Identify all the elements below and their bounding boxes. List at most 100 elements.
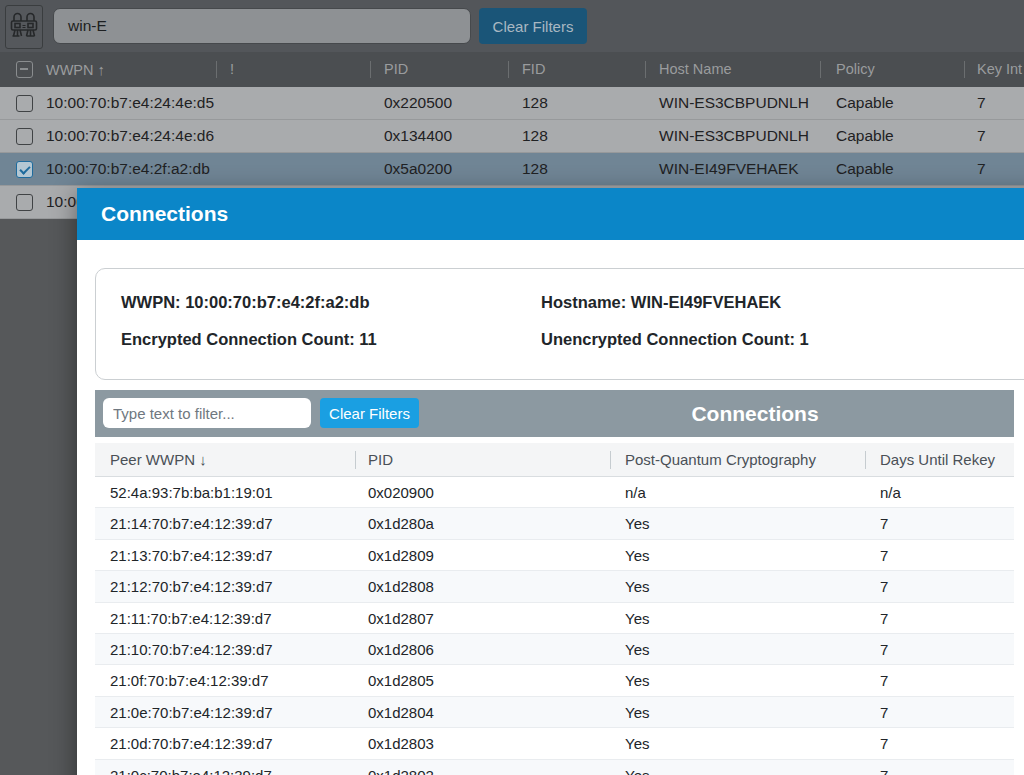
cell: 7 — [880, 508, 888, 539]
cell: 0x1d2802 — [368, 760, 434, 775]
row-checkbox[interactable] — [16, 161, 33, 178]
connections-table-row[interactable]: 21:13:70:b7:e4:12:39:d70x1d2809Yes7 — [95, 540, 1014, 571]
column-divider — [964, 61, 965, 78]
cell-fid: 128 — [522, 153, 548, 184]
cell-key-interval: 7 — [977, 87, 986, 118]
summary-wwpn: WWPN: 10:00:70:b7:e4:2f:a2:db — [121, 293, 369, 312]
cell-hostname: WIN-EI49FVEHAEK — [659, 153, 799, 184]
cell: 0x1d280a — [368, 508, 434, 539]
screen: win-E Clear Filters WWPN ↑ ! PID FID Hos… — [0, 0, 1024, 775]
cell: 7 — [880, 728, 888, 759]
sort-desc-icon: ↓ — [199, 451, 207, 468]
cell: 7 — [880, 665, 888, 696]
row-checkbox[interactable] — [16, 128, 33, 145]
select-all-checkbox[interactable] — [16, 61, 33, 78]
column-header-hostname[interactable]: Host Name — [659, 52, 732, 87]
cell-hostname: WIN-ES3CBPUDNLH — [659, 87, 809, 118]
row-checkbox[interactable] — [16, 194, 33, 211]
column-header-wwpn[interactable]: WWPN ↑ — [46, 52, 105, 88]
cell: 21:12:70:b7:e4:12:39:d7 — [110, 571, 273, 602]
column-header-pqc[interactable]: Post-Quantum Cryptography — [625, 443, 816, 477]
cell: Yes — [625, 665, 649, 696]
column-header-fid[interactable]: FID — [522, 52, 545, 87]
cell-hostname: WIN-ES3CBPUDNLH — [659, 120, 809, 151]
connections-table-row[interactable]: 21:11:70:b7:e4:12:39:d70x1d2807Yes7 — [95, 603, 1014, 634]
cell-policy: Capable — [836, 153, 894, 184]
connections-clear-filters-button[interactable]: Clear Filters — [320, 398, 419, 428]
cell: Yes — [625, 603, 649, 634]
cell-pid: 0x134400 — [384, 120, 452, 151]
wwpn-table-row[interactable]: 10:00:70:b7:e4:2f:a2:db0x5a0200128WIN-EI… — [0, 153, 1024, 186]
cell: 7 — [880, 760, 888, 775]
cell: 0x020900 — [368, 477, 434, 508]
wwpn-filter-value: win-E — [68, 17, 107, 34]
cell: 7 — [880, 571, 888, 602]
column-divider — [355, 451, 356, 469]
cell: Yes — [625, 540, 649, 571]
cell: Yes — [625, 571, 649, 602]
cell: 21:0d:70:b7:e4:12:39:d7 — [110, 728, 273, 759]
connections-table-row[interactable]: 21:0c:70:b7:e4:12:39:d7 0x1d2802 Yes 7 — [95, 760, 1014, 775]
connections-table-title: Connections — [655, 390, 855, 437]
cell: 0x1d2804 — [368, 697, 434, 728]
wwpn-table-row[interactable]: 10:00:70:b7:e4:24:4e:d60x134400128WIN-ES… — [0, 120, 1024, 153]
cell: 0x1d2809 — [368, 540, 434, 571]
cell: n/a — [625, 477, 646, 508]
cell: 21:11:70:b7:e4:12:39:d7 — [110, 603, 272, 634]
cell-fid: 128 — [522, 120, 548, 151]
column-divider — [216, 61, 217, 78]
cell-fid: 128 — [522, 87, 548, 118]
cell: 0x1d2803 — [368, 728, 434, 759]
cell: 21:10:70:b7:e4:12:39:d7 — [110, 634, 273, 665]
column-header-key-interval[interactable]: Key Int — [977, 52, 1022, 87]
cell: 21:0c:70:b7:e4:12:39:d7 — [110, 760, 272, 775]
column-divider — [610, 451, 611, 469]
column-header-alert[interactable]: ! — [230, 52, 234, 87]
column-divider — [370, 61, 371, 78]
wwpn-filter-input[interactable]: win-E — [53, 8, 471, 44]
connections-table-row[interactable]: 21:0e:70:b7:e4:12:39:d70x1d2804Yes7 — [95, 697, 1014, 728]
cell-pid: 0x220500 — [384, 87, 452, 118]
cell: Yes — [625, 760, 649, 775]
connection-summary-card: WWPN: 10:00:70:b7:e4:2f:a2:db Hostname: … — [95, 268, 1024, 380]
cell: 0x1d2806 — [368, 634, 434, 665]
cell-wwpn: 10:00:70:b7:e4:24:4e:d5 — [46, 87, 214, 118]
connections-table-body: 52:4a:93:7b:ba:b1:19:010x020900n/an/a21:… — [95, 477, 1014, 775]
row-checkbox[interactable] — [16, 95, 33, 112]
cell: Yes — [625, 697, 649, 728]
cell: 7 — [880, 634, 888, 665]
wwpn-table-row[interactable]: 10:00:70:b7:e4:24:4e:d5 0x220500 128 WIN-ES… — [0, 87, 1024, 120]
connections-dialog: Connections WWPN: 10:00:70:b7:e4:2f:a2:d… — [77, 188, 1024, 775]
connections-table-row[interactable]: 21:14:70:b7:e4:12:39:d70x1d280aYes7 — [95, 508, 1014, 539]
column-header-days-until-rekey[interactable]: Days Until Rekey — [880, 443, 995, 477]
cell-key-interval: 7 — [977, 120, 986, 151]
cell-key-interval: 7 — [977, 153, 986, 184]
summary-unencrypted-count: Unencrypted Connection Count: 1 — [541, 330, 809, 349]
column-header-pid[interactable]: PID — [368, 443, 393, 477]
clear-filters-button[interactable]: Clear Filters — [479, 8, 587, 44]
connections-filter-input[interactable] — [103, 398, 311, 428]
cell-wwpn: 10:00:70:b7:e4:2f:a2:db — [46, 153, 210, 184]
cell: 0x1d2805 — [368, 665, 434, 696]
connections-table-row[interactable]: 21:12:70:b7:e4:12:39:d7 0x1d2808 Yes 7 — [95, 571, 1014, 602]
connections-table-row[interactable]: 21:10:70:b7:e4:12:39:d70x1d2806Yes7 — [95, 634, 1014, 665]
column-header-peer-wwpn[interactable]: Peer WWPN ↓ — [110, 443, 207, 477]
wwpn-table-header: WWPN ↑ ! PID FID Host Name Policy Key In… — [0, 52, 1024, 87]
column-header-policy[interactable]: Policy — [836, 52, 875, 87]
cell: Yes — [625, 728, 649, 759]
cell: 21:0f:70:b7:e4:12:39:d7 — [110, 665, 268, 696]
cell: 0x1d2808 — [368, 571, 434, 602]
cell-policy: Capable — [836, 120, 894, 151]
column-header-pid[interactable]: PID — [384, 52, 408, 87]
cell: 21:0e:70:b7:e4:12:39:d7 — [110, 697, 273, 728]
connections-table-row[interactable]: 52:4a:93:7b:ba:b1:19:010x020900n/an/a — [95, 477, 1014, 508]
column-divider — [645, 61, 646, 78]
cell: 52:4a:93:7b:ba:b1:19:01 — [110, 477, 273, 508]
app-logo — [5, 5, 43, 49]
dialog-header: Connections — [77, 188, 1024, 240]
connections-table-row[interactable]: 21:0d:70:b7:e4:12:39:d7 0x1d2803 Yes 7 — [95, 728, 1014, 759]
cell: 21:13:70:b7:e4:12:39:d7 — [110, 540, 273, 571]
dialog-title: Connections — [101, 202, 228, 225]
connections-table-row[interactable]: 21:0f:70:b7:e4:12:39:d7 0x1d2805 Yes 7 — [95, 665, 1014, 696]
column-divider — [508, 61, 509, 78]
